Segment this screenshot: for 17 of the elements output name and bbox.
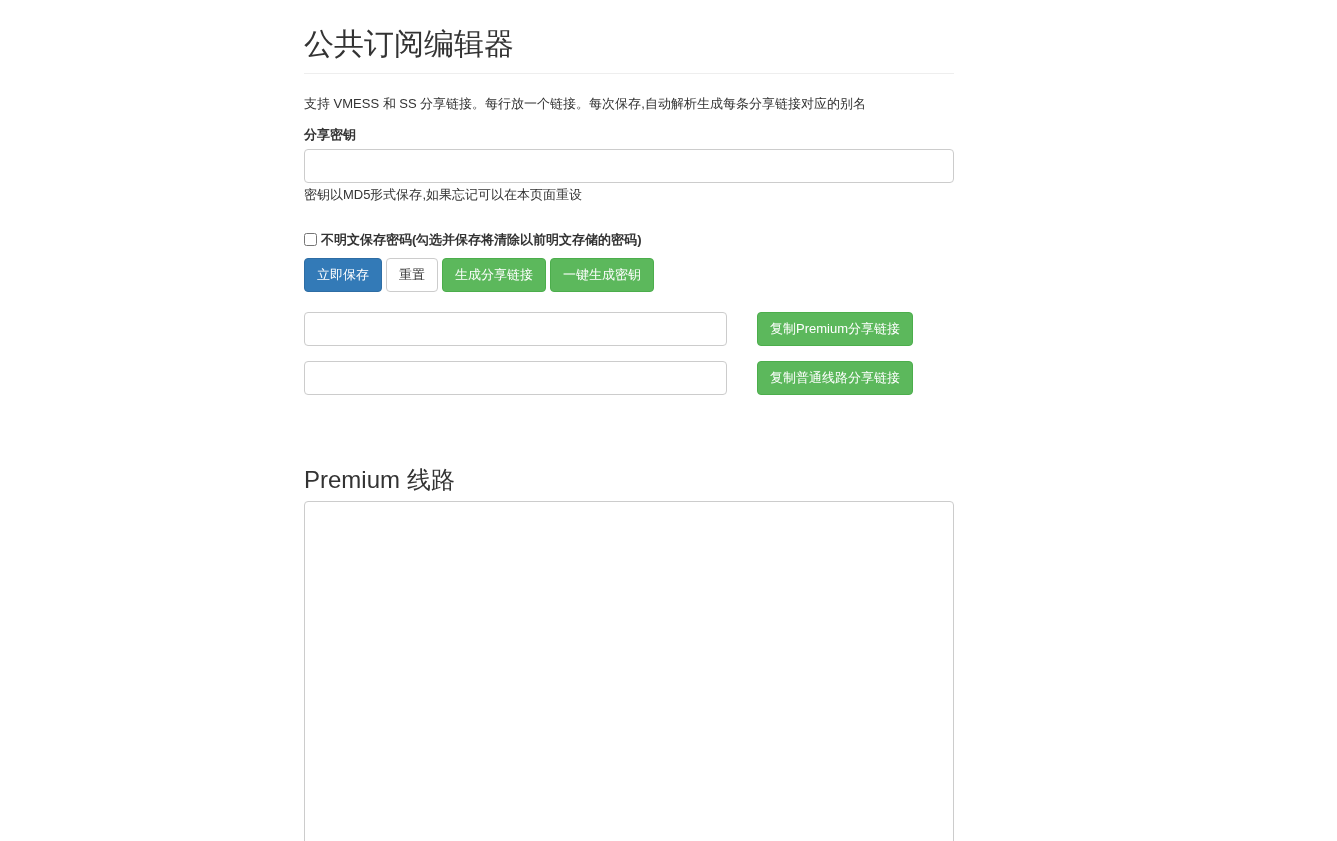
reset-button[interactable]: 重置 bbox=[386, 257, 438, 292]
key-input-field[interactable] bbox=[304, 149, 954, 183]
description: 支持 VMESS 和 SS 分享链接。每行放一个链接。每次保存,自动解析生成每条分享链接对应的别名 bbox=[304, 95, 867, 113]
checkbox-label: 不明文保存密码(勾选并保存将清除以前明文存储的密码) bbox=[321, 231, 642, 249]
links-textarea[interactable] bbox=[304, 500, 954, 841]
action-button[interactable]: 立即保存 bbox=[304, 257, 382, 292]
checkbox[interactable] bbox=[304, 233, 317, 247]
action-button[interactable]: 生成分享链接 bbox=[442, 257, 546, 292]
field-label: 分享密钥 bbox=[304, 125, 356, 144]
section-heading: Premium 线路 bbox=[304, 466, 455, 493]
action-button[interactable]: 一键生成密钥 bbox=[550, 257, 654, 292]
share-link-field[interactable] bbox=[304, 360, 727, 395]
help-text: 密钥以MD5形式保存,如果忘记可以在本页面重设 bbox=[304, 186, 583, 204]
copy-button[interactable]: 复制普通线路分享链接 bbox=[757, 360, 913, 395]
page-title: 公共订阅编辑器 bbox=[304, 26, 514, 62]
share-link-field[interactable] bbox=[304, 311, 727, 346]
copy-button[interactable]: 复制Premium分享链接 bbox=[757, 311, 913, 346]
